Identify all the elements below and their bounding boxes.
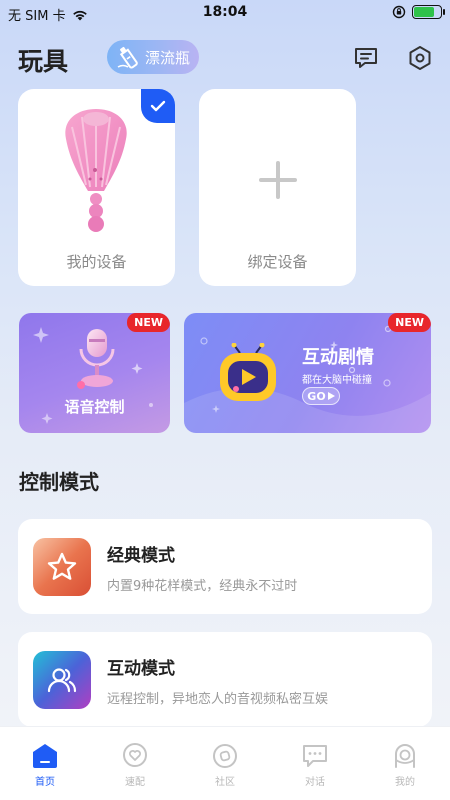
orientation-lock-icon [392,5,406,19]
community-icon [210,741,240,771]
drift-bottle-label: 漂流瓶 [145,48,191,67]
hexagon-settings-icon [409,46,431,70]
voice-control-banner[interactable]: NEW 语音控制 [19,313,170,433]
voice-control-label: 语音控制 [64,398,125,416]
interactive-story-banner[interactable]: NEW 互动剧情 都在大脑中碰撞 GO [184,313,431,433]
star-icon [47,552,77,580]
mode-name: 互动模式 [107,659,175,679]
new-badge: NEW [127,313,170,332]
battery-icon [412,5,445,19]
classic-mode-card[interactable]: 经典模式 内置9种花样模式，经典永不过时 [18,519,432,614]
tab-label: 社区 [215,777,235,788]
tv-mascot-icon [220,343,276,401]
go-label: GO [307,389,326,403]
message-icon [355,48,377,68]
bind-device-label: 绑定设备 [247,253,308,271]
plus-icon [259,161,297,199]
check-icon [150,100,166,112]
interactive-mode-card[interactable]: 互动模式 远程控制，异地恋人的音视频私密互娱 [18,632,432,727]
message-button[interactable] [350,42,382,74]
settings-button[interactable] [404,42,436,74]
battery-fill [414,7,434,17]
section-title: 控制模式 [19,470,99,494]
interactive-mode-icon [33,651,91,709]
microphone-icon [77,329,115,389]
bottle-icon [117,46,138,69]
drift-bottle-button[interactable]: 漂流瓶 [107,40,199,74]
heart-bubble-icon [120,741,150,771]
tab-label: 我的 [395,777,415,788]
mode-description: 内置9种花样模式，经典永不过时 [107,579,298,594]
tab-label: 对话 [305,777,325,788]
status-time: 18:04 [202,4,248,20]
mode-description: 远程控制，异地恋人的音视频私密互娱 [107,692,329,707]
page-title: 玩具 [18,47,69,76]
tab-match[interactable]: 速配 [90,741,180,788]
device-name: 我的设备 [66,253,127,271]
classic-mode-icon [33,538,91,596]
mode-name: 经典模式 [107,546,175,566]
my-device-card[interactable]: 我的设备 [18,89,175,286]
selected-check-badge [141,89,175,123]
play-icon [327,392,335,400]
tab-profile[interactable]: 我的 [360,741,450,788]
tab-label: 首页 [35,777,55,788]
header: 玩具 漂流瓶 [0,38,450,78]
new-badge: NEW [388,313,431,332]
story-subtitle: 都在大脑中碰撞 [302,375,372,386]
tab-chat[interactable]: 对话 [270,741,360,788]
bind-device-card[interactable]: 绑定设备 [199,89,356,286]
profile-icon [390,741,420,771]
tab-label: 速配 [125,777,145,788]
story-title: 互动剧情 [302,347,374,368]
tab-home[interactable]: 首页 [0,741,90,788]
status-bar: 无 SIM 卡 18:04 [0,0,450,26]
chat-icon [300,741,330,771]
tab-bar: 首页 速配 社区 对话 我的 [0,726,450,800]
go-button[interactable]: GO [302,387,340,405]
tab-community[interactable]: 社区 [180,741,270,788]
home-icon [30,741,60,771]
status-right [392,5,445,19]
users-icon [47,668,77,693]
